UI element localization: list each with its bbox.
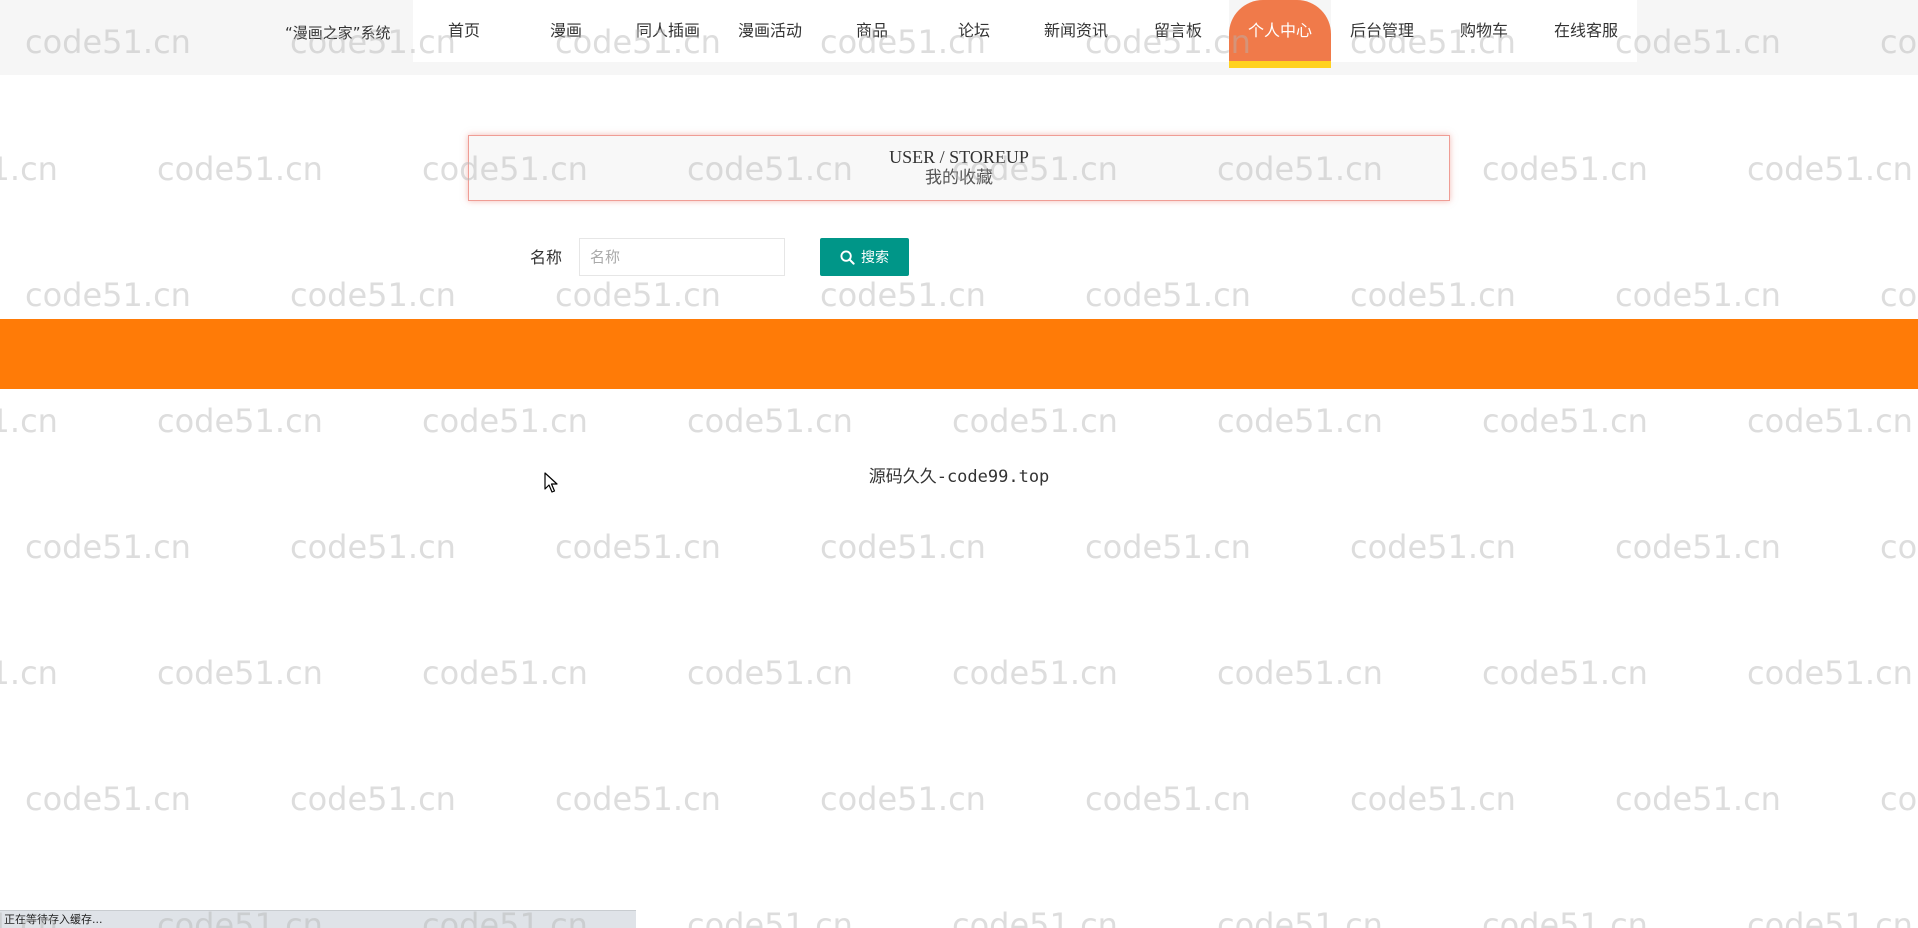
main-nav: 首页 漫画 同人插画 漫画活动 商品 论坛 新闻资讯 留言板 个人中心 后台管理 购物车 在线客服 [413,0,1637,68]
page-title-en: USER / STOREUP [889,147,1029,167]
watermark-text: code51.cn [25,780,191,818]
search-icon [840,249,855,265]
nav-item[interactable]: 漫画活动 [719,0,821,62]
watermark-text: code51.cn [1482,402,1648,440]
search-button-label: 搜索 [861,250,889,266]
watermark-text: code51.cn [422,654,588,692]
watermark-text: code51.cn [1880,276,1918,314]
collection-list-band [0,319,1918,389]
watermark-text: code51.cn [1217,402,1383,440]
search-name-input[interactable] [579,238,785,276]
watermark-text: code51.cn [1350,528,1516,566]
status-text: 正在等待存入缓存... [4,913,103,926]
nav-item[interactable]: 首页 [413,0,515,62]
nav-item[interactable]: 漫画 [515,0,617,62]
watermark-text: code51.cn [157,402,323,440]
watermark-text: code51.cn [555,528,721,566]
watermark-text: code51.cn [952,654,1118,692]
watermark-text: code51.cn [1747,402,1913,440]
watermark-text: code51.cn [1615,528,1781,566]
watermark-text: code51.cn [157,654,323,692]
watermark-text: code51.cn [25,276,191,314]
page-title-banner: USER / STOREUP 我的收藏 [468,135,1450,201]
watermark-text: code51.cn [290,276,456,314]
watermark-text: code51.cn [1747,150,1913,188]
search-button[interactable]: 搜索 [820,238,909,276]
watermark-text: code51.cn [952,402,1118,440]
watermark-text: code51.cn [1482,906,1648,928]
watermark-text: code51.cn [687,906,853,928]
watermark-text: code51.cn [290,780,456,818]
nav-item[interactable]: 购物车 [1433,0,1535,62]
watermark-text: code51.cn [1615,276,1781,314]
watermark-text: code51.cn [1747,906,1913,928]
watermark-text: code51.cn [1747,654,1913,692]
page-title-cn: 我的收藏 [925,168,993,188]
watermark-text: code51.cn [290,528,456,566]
watermark-text: code51.cn [0,654,58,692]
watermark-text: code51.cn [1085,276,1251,314]
watermark-text: code51.cn [820,528,986,566]
page: “漫画之家”系统 首页 漫画 同人插画 漫画活动 商品 论坛 新闻资讯 留言板 个人中心 后台管理… [0,0,1918,928]
nav-item[interactable]: 新闻资讯 [1025,0,1127,62]
nav-item[interactable]: 个人中心 [1229,0,1331,68]
search-name-label: 名称 [530,248,563,267]
nav-item[interactable]: 论坛 [923,0,1025,62]
nav-item[interactable]: 商品 [821,0,923,62]
footer-source-text: 源码久久-code99.top [868,467,1050,487]
nav-item[interactable]: 在线客服 [1535,0,1637,62]
watermark-text: code51.cn [157,150,323,188]
watermark-text: code51.cn [422,402,588,440]
watermark-text: code51.cn [952,906,1118,928]
watermark-text: code51.cn [0,402,58,440]
nav-item[interactable]: 留言板 [1127,0,1229,62]
watermark-text: code51.cn [1482,654,1648,692]
watermark-text: code51.cn [25,528,191,566]
watermark-text: code51.cn [687,654,853,692]
watermark-text: code51.cn [1350,276,1516,314]
watermark-text: code51.cn [1217,654,1383,692]
watermark-text: code51.cn [1085,780,1251,818]
watermark-text: code51.cn [1085,528,1251,566]
watermark-text: code51.cn [1880,528,1918,566]
watermark-text: code51.cn [1350,780,1516,818]
watermark-text: code51.cn [820,276,986,314]
watermark-text: code51.cn [1482,150,1648,188]
watermark-text: code51.cn [0,150,58,188]
watermark-text: code51.cn [687,402,853,440]
watermark-text: code51.cn [555,276,721,314]
nav-item[interactable]: 同人插画 [617,0,719,62]
watermark-text: code51.cn [1615,780,1781,818]
browser-status-bar: 正在等待存入缓存... [0,910,636,928]
watermark-text: code51.cn [820,780,986,818]
watermark-text: code51.cn [1217,906,1383,928]
watermark-text: code51.cn [555,780,721,818]
nav-item[interactable]: 后台管理 [1331,0,1433,62]
site-brand[interactable]: “漫画之家”系统 [285,22,411,43]
watermark-text: code51.cn [1880,780,1918,818]
